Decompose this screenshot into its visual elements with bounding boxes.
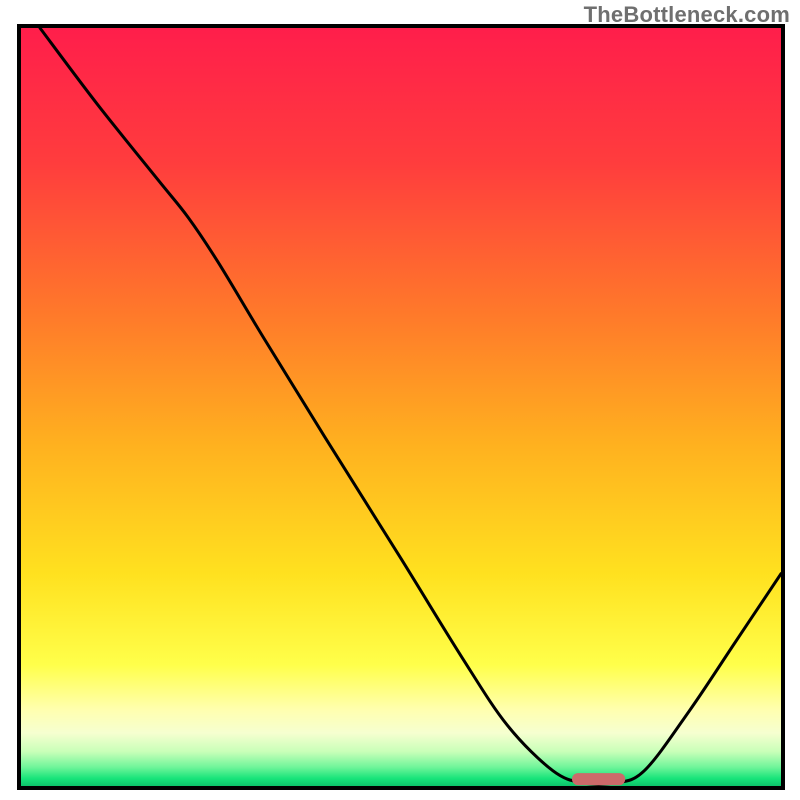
bottleneck-chart [0,0,800,800]
optimal-marker [572,773,625,785]
plot-background [21,28,781,786]
chart-stage: TheBottleneck.com [0,0,800,800]
